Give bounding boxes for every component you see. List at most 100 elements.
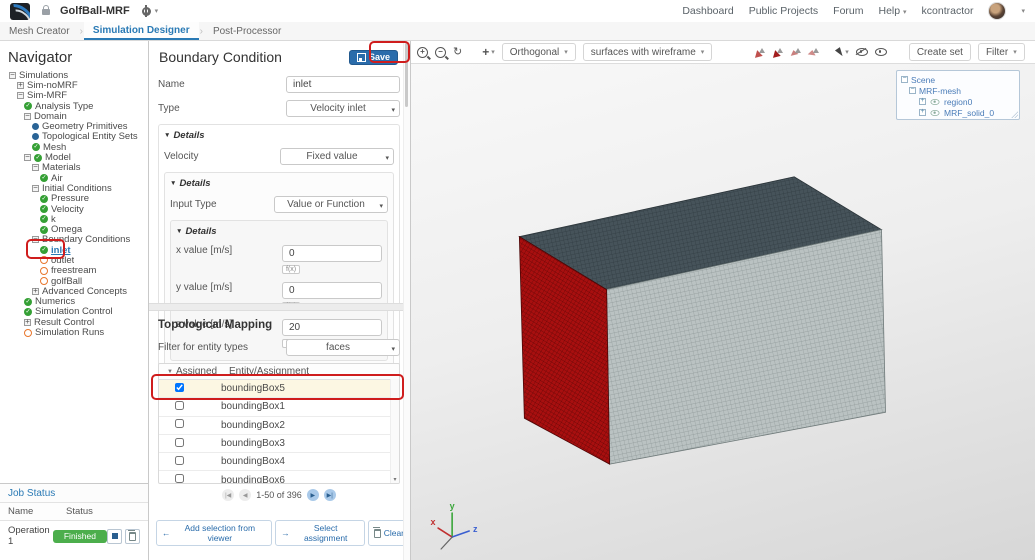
collapse-icon[interactable]: −: [901, 76, 908, 83]
details-header[interactable]: ▼Details: [164, 130, 394, 141]
tree-item-sim-nomrf[interactable]: +Sim-noMRF: [6, 80, 148, 90]
table-row[interactable]: boundingBox4: [159, 453, 399, 471]
scene-tree-region[interactable]: +region0: [901, 96, 1015, 107]
visibility-icon[interactable]: [931, 99, 940, 105]
stop-job-button[interactable]: [107, 529, 122, 544]
last-page-button[interactable]: ▶|: [324, 489, 336, 501]
fit-view-button[interactable]: +▾: [482, 46, 495, 58]
tab-post-processor[interactable]: Post-Processor: [204, 22, 290, 40]
app-logo-icon[interactable]: [10, 3, 30, 20]
table-row[interactable]: boundingBox5: [159, 380, 399, 398]
projection-select[interactable]: Orthogonal▾: [502, 43, 576, 61]
prev-page-button[interactable]: ◀: [239, 489, 251, 501]
tree-item-omega[interactable]: ✓Omega: [6, 224, 148, 234]
collapse-icon[interactable]: −: [9, 72, 16, 79]
tree-item-boundary-conditions[interactable]: −Boundary Conditions: [6, 235, 148, 245]
tree-item-golfball[interactable]: golfBall: [6, 276, 148, 286]
filter-button[interactable]: Filter▾: [978, 43, 1025, 61]
tab-mesh-creator[interactable]: Mesh Creator: [0, 22, 79, 40]
tree-item-simulation-runs[interactable]: Simulation Runs: [6, 327, 148, 337]
avatar[interactable]: [988, 2, 1006, 20]
tree-item-numerics[interactable]: ✓Numerics: [6, 297, 148, 307]
tree-item-velocity[interactable]: ✓Velocity: [6, 204, 148, 214]
tree-item-result-control[interactable]: +Result Control: [6, 317, 148, 327]
viewer-mesh-tool-2-icon[interactable]: [772, 47, 783, 58]
delete-job-button[interactable]: [125, 529, 140, 544]
collapse-icon[interactable]: −: [909, 87, 916, 94]
tree-item-outlet[interactable]: outlet: [6, 255, 148, 265]
x-value-input[interactable]: [282, 245, 382, 262]
mesh-3d-render[interactable]: y x z: [411, 64, 1035, 560]
tree-item-simulation-control[interactable]: ✓Simulation Control: [6, 307, 148, 317]
viewer-mesh-tool-4-icon[interactable]: [808, 47, 819, 58]
save-button[interactable]: Save: [349, 50, 398, 65]
viewport-3d[interactable]: y x z −Scene −MRF-mesh +region0 +MRF_sol…: [411, 64, 1035, 560]
tab-simulation-designer[interactable]: Simulation Designer: [84, 22, 199, 40]
expand-icon[interactable]: +: [919, 98, 926, 105]
tree-item-advanced-concepts[interactable]: +Advanced Concepts: [6, 286, 148, 296]
tree-item-pressure[interactable]: ✓Pressure: [6, 194, 148, 204]
expand-icon[interactable]: +: [32, 288, 39, 295]
tree-item-air[interactable]: ✓Air: [6, 173, 148, 183]
chevron-down-icon[interactable]: ▾: [155, 7, 159, 15]
scrollbar-thumb[interactable]: [405, 43, 408, 107]
details-header[interactable]: ▼Details: [170, 178, 388, 189]
row-checkbox[interactable]: [175, 401, 184, 410]
nav-forum[interactable]: Forum: [833, 5, 863, 17]
y-value-input[interactable]: [282, 282, 382, 299]
username[interactable]: kcontractor: [922, 5, 974, 17]
viewer-mesh-tool-1-icon[interactable]: [754, 47, 765, 58]
row-checkbox[interactable]: [175, 383, 184, 392]
input-type-select[interactable]: Value or Function▾: [274, 196, 388, 213]
zoom-in-icon[interactable]: +: [417, 47, 428, 58]
tree-item-mesh[interactable]: ✓Mesh: [6, 142, 148, 152]
create-set-button[interactable]: Create set: [909, 43, 971, 61]
scene-tree-root[interactable]: −Scene: [901, 74, 1015, 85]
tree-item-initial-conditions[interactable]: −Initial Conditions: [6, 183, 148, 193]
tree-item-materials[interactable]: −Materials: [6, 163, 148, 173]
col-assigned[interactable]: ▼Assigned: [159, 366, 229, 377]
tree-item-inlet[interactable]: ✓inlet: [6, 245, 148, 255]
add-selection-button[interactable]: ←Add selection from viewer: [156, 520, 272, 546]
visibility-icon[interactable]: [931, 110, 940, 116]
tree-item-domain[interactable]: −Domain: [6, 111, 148, 121]
details-header[interactable]: ▼Details: [176, 226, 382, 237]
table-scrollbar[interactable]: ▾: [390, 379, 399, 483]
tree-item-freestream[interactable]: freestream: [6, 266, 148, 276]
tree-item-k[interactable]: ✓k: [6, 214, 148, 224]
panel-scrollbar[interactable]: [403, 41, 410, 560]
collapse-icon[interactable]: −: [32, 236, 39, 243]
collapse-icon[interactable]: −: [24, 113, 31, 120]
chevron-down-icon[interactable]: ▾: [1021, 7, 1025, 15]
resize-grip-icon[interactable]: [1011, 111, 1018, 118]
render-mode-select[interactable]: surfaces with wireframe▾: [583, 43, 713, 61]
expand-icon[interactable]: +: [17, 82, 24, 89]
type-select[interactable]: Velocity inlet▾: [286, 100, 400, 117]
hide-selection-icon[interactable]: [856, 48, 868, 56]
tree-item-analysis-type[interactable]: ✓Analysis Type: [6, 101, 148, 111]
fx-button[interactable]: f(x): [282, 265, 300, 274]
collapse-icon[interactable]: −: [32, 164, 39, 171]
collapse-icon[interactable]: −: [24, 154, 31, 161]
collapse-icon[interactable]: −: [17, 92, 24, 99]
first-page-button[interactable]: |◀: [222, 489, 234, 501]
tree-item-model[interactable]: −✓Model: [6, 152, 148, 162]
velocity-select[interactable]: Fixed value▾: [280, 148, 394, 165]
expand-icon[interactable]: +: [24, 319, 31, 326]
table-row[interactable]: boundingBox1: [159, 398, 399, 416]
expand-icon[interactable]: +: [919, 109, 926, 116]
gear-icon[interactable]: [142, 7, 151, 16]
nav-dashboard[interactable]: Dashboard: [682, 5, 733, 17]
row-checkbox[interactable]: [175, 456, 184, 465]
tree-item-topological-entity-sets[interactable]: Topological Entity Sets: [6, 132, 148, 142]
scroll-down-icon[interactable]: ▾: [393, 476, 396, 483]
tree-item-geometry-primitives[interactable]: Geometry Primitives: [6, 121, 148, 131]
viewer-mesh-tool-3-icon[interactable]: [790, 47, 801, 58]
table-row[interactable]: boundingBox3: [159, 435, 399, 453]
scene-tree-solid[interactable]: +MRF_solid_0: [901, 107, 1015, 118]
name-input[interactable]: [286, 76, 400, 93]
entity-filter-select[interactable]: faces▾: [286, 339, 400, 356]
show-all-icon[interactable]: [875, 48, 887, 56]
table-row[interactable]: boundingBox2: [159, 417, 399, 435]
scene-tree-overlay[interactable]: −Scene −MRF-mesh +region0 +MRF_solid_0: [896, 70, 1020, 120]
